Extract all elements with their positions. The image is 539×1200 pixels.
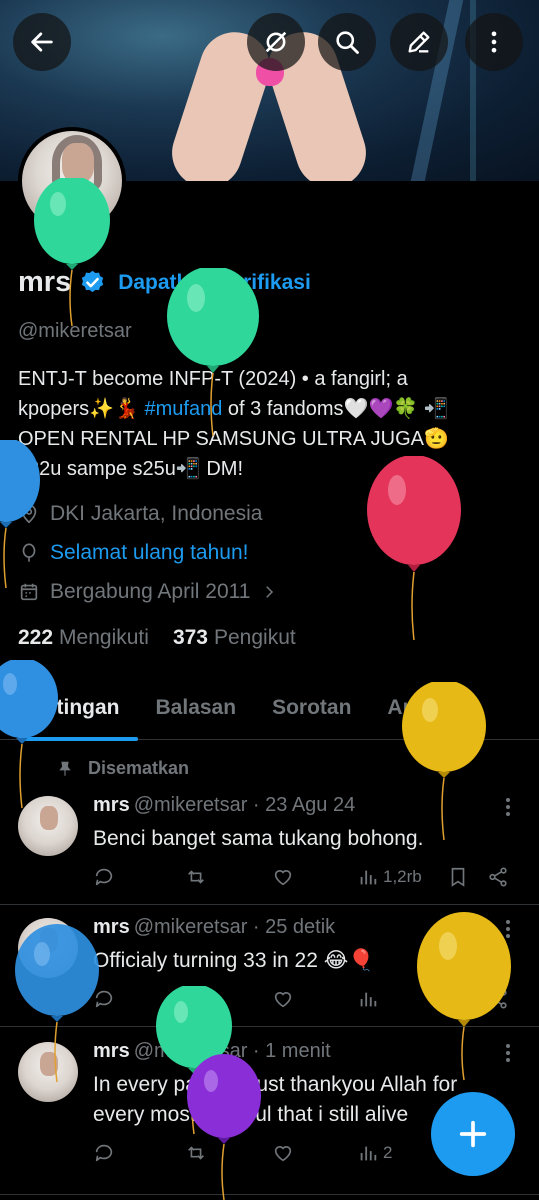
calendar-icon [20,583,38,601]
share-button[interactable] [487,988,509,1010]
reply-icon [95,990,113,1008]
post-avatar[interactable] [18,918,78,978]
pinned-label: Disematkan [88,758,190,778]
compose-post-button[interactable] [431,1092,515,1176]
divider [0,904,539,905]
views-chart-icon [360,1146,377,1161]
arrow-left-icon [31,32,53,52]
profile-avatar[interactable] [18,127,126,235]
birthday-link[interactable]: Selamat ulang tahun! [50,541,248,565]
views-button[interactable]: 1,2rb [357,866,422,888]
profile-tabs: Postingan Balasan Sorotan Artikel [0,684,539,741]
bio-line: of 3 fandoms🤍💜🍀 📲 [222,398,449,420]
repost-icon [188,992,204,1006]
following-count: 222 [18,626,54,649]
bio-line: s22u sampe s25u📲 DM! [18,458,243,480]
repost-button[interactable] [185,866,207,888]
no-image-icon [265,31,287,53]
reply-icon [95,868,113,886]
balloon-icon [22,543,36,562]
bookmark-button[interactable] [447,866,469,888]
like-button[interactable] [272,866,294,888]
heart-outline-icon [274,870,292,886]
post-avatar[interactable] [18,1042,78,1102]
plus-icon [459,1120,487,1148]
joined-row[interactable]: Bergabung April 2011 [18,580,278,604]
post-author[interactable]: mrs [93,794,130,816]
repost-button[interactable] [185,988,207,1010]
followers-count: 373 [172,626,208,649]
bio-line: ENTJ-T become INFP-T (2024) • a fangirl;… [18,368,408,390]
followers-label: Pengikut [213,626,296,649]
reply-icon [95,1144,113,1162]
tab-postingan[interactable]: Postingan [0,684,138,741]
post-handle-time: @mikeretsar · 25 detik [133,916,336,938]
chevron-right-icon [266,586,274,598]
views-chart-icon [360,992,377,1007]
tab-artikel[interactable]: Artikel [369,684,470,740]
reply-button[interactable] [93,988,115,1010]
divider [0,1026,539,1027]
reply-button[interactable] [93,1142,115,1164]
views-button[interactable] [357,988,383,1010]
views-chart-icon [360,870,377,885]
share-button[interactable] [487,866,509,888]
bookmark-icon [451,989,465,1009]
verified-badge-icon[interactable] [79,269,106,296]
views-count: 1,2rb [383,867,422,886]
heart-outline-icon [274,1146,292,1162]
post-more-icon[interactable] [505,796,511,818]
views-button[interactable]: 2 [357,1142,392,1164]
post-author[interactable]: mrs [93,1040,130,1062]
tab-sorotan[interactable]: Sorotan [254,684,369,740]
divider [0,1194,539,1195]
repost-icon [188,1146,204,1160]
heart-outline-icon [274,992,292,1008]
post-text: Officialy turning 33 in 22 😂🎈 [93,949,375,972]
bookmark-button[interactable] [447,988,469,1010]
location-text: DKI Jakarta, Indonesia [50,502,263,525]
edit-icon [408,31,430,53]
post-text: Benci banget sama tukang bohong. [93,827,424,850]
search-icon [336,31,359,54]
profile-bio: ENTJ-T become INFP-T (2024) • a fangirl;… [18,364,523,484]
back-button[interactable] [13,13,71,71]
profile-name: mrs [18,266,72,298]
profile-handle: @mikeretsar [18,320,132,342]
edit-button[interactable] [390,13,448,71]
tab-balasan[interactable]: Balasan [138,684,255,740]
more-button[interactable] [465,13,523,71]
like-button[interactable] [272,988,294,1010]
share-icon [489,867,507,887]
post-avatar[interactable] [18,796,78,856]
pin-icon [59,761,71,776]
followers-link[interactable]: 373 Pengikut [173,626,296,650]
share-icon [489,989,507,1009]
bio-line: kpopers✨💃 [18,398,145,420]
repost-button[interactable] [185,1142,207,1164]
bookmark-icon [451,867,465,887]
post-author[interactable]: mrs [93,916,130,938]
more-vertical-icon [491,31,497,53]
hide-media-button[interactable] [247,13,305,71]
following-link[interactable]: 222 Mengikuti [18,626,149,650]
views-count: 2 [383,1143,393,1162]
reply-button[interactable] [93,866,115,888]
location-icon [21,504,37,524]
joined-text: Bergabung April 2011 [50,580,251,603]
get-verified-link[interactable]: Dapatkan Verifikasi [118,271,311,295]
post-more-icon[interactable] [505,918,511,940]
post-handle-time: @mikeretsar · 1 menit [133,1040,331,1062]
post-more-icon[interactable] [505,1042,511,1064]
following-label: Mengikuti [59,626,149,649]
repost-icon [188,870,204,884]
post-handle-time: @mikeretsar · 23 Agu 24 [133,794,356,816]
bio-line: OPEN RENTAL HP SAMSUNG ULTRA JUGA🫡 [18,428,449,450]
like-button[interactable] [272,1142,294,1164]
bio-hashtag[interactable]: #mufand [145,398,223,420]
search-button[interactable] [318,13,376,71]
